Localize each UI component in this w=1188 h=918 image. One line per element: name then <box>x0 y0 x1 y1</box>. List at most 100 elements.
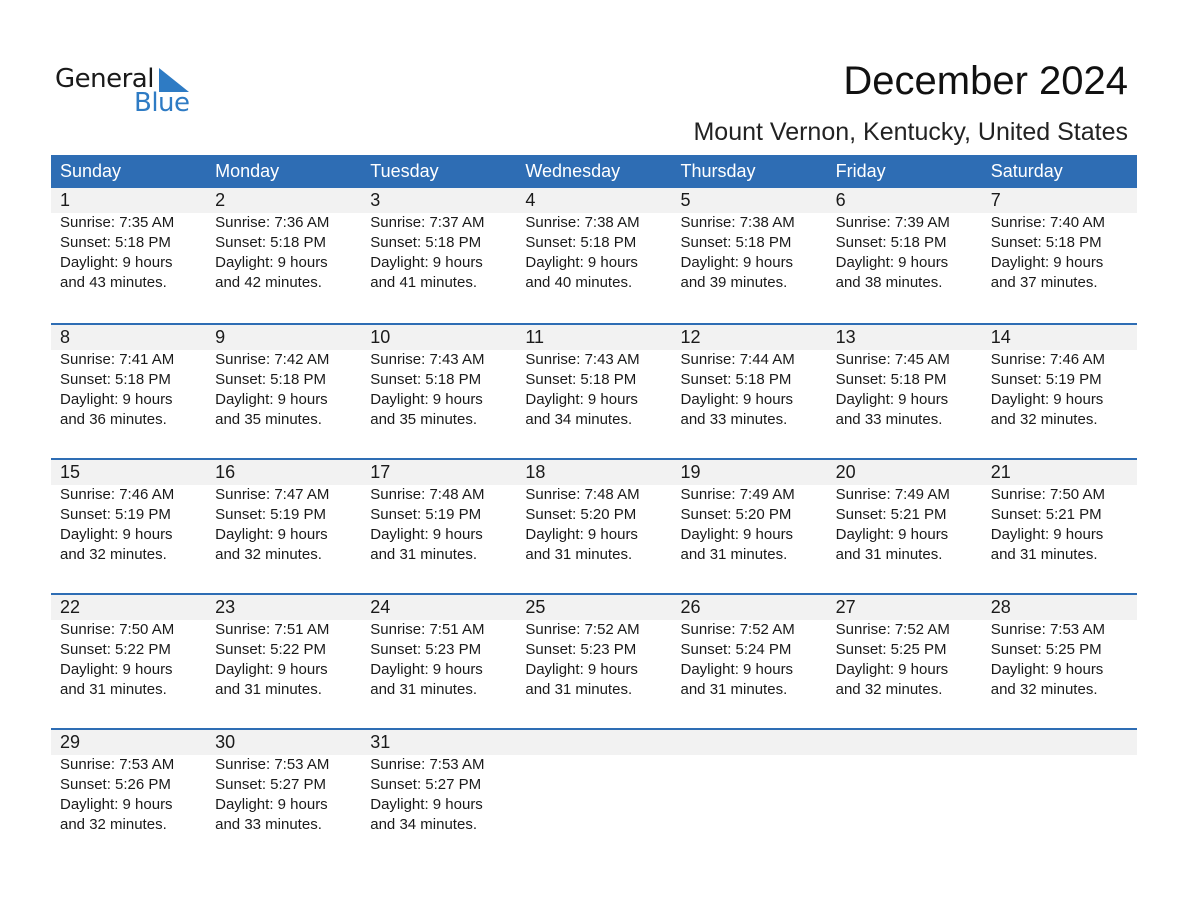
week-days: 8 Sunrise: 7:41 AM Sunset: 5:18 PM Daylight… <box>51 325 1137 430</box>
daylight-text: Daylight: 9 hours <box>60 254 173 271</box>
sunset-text: Sunset: 5:18 PM <box>835 371 947 388</box>
day-number: 3 <box>370 190 381 210</box>
day-cell: 2 Sunrise: 7:36 AM Sunset: 5:18 PM Daylight… <box>206 188 361 293</box>
daylight-minutes-text: and 31 minutes. <box>835 546 943 563</box>
sunrise-text: Sunrise: 7:36 AM <box>215 214 330 231</box>
day-number: 14 <box>990 327 1011 347</box>
day-number: 12 <box>680 327 701 347</box>
sunrise-text: Sunrise: 7:38 AM <box>525 214 640 231</box>
daylight-text: Daylight: 9 hours <box>525 254 638 271</box>
daylight-text: Daylight: 9 hours <box>525 661 638 678</box>
day-cell: 17 Sunrise: 7:48 AM Sunset: 5:19 PM Dayligh… <box>361 460 516 565</box>
day-cell: 6 Sunrise: 7:39 AM Sunset: 5:18 PM Daylight… <box>827 188 982 293</box>
week-row: 15 Sunrise: 7:46 AM Sunset: 5:19 PM Dayligh… <box>51 458 1137 593</box>
sunset-text: Sunset: 5:21 PM <box>990 506 1102 523</box>
daylight-minutes-text: and 32 minutes. <box>990 411 1098 428</box>
sunset-text: Sunset: 5:20 PM <box>525 506 637 523</box>
weekday-header: Monday <box>215 161 280 181</box>
daylight-minutes-text: and 42 minutes. <box>215 274 322 291</box>
logo: General Blue <box>55 63 195 123</box>
daylight-minutes-text: and 32 minutes. <box>990 681 1098 698</box>
daylight-minutes-text: and 31 minutes. <box>525 681 633 698</box>
daylight-minutes-text: and 31 minutes. <box>60 681 167 698</box>
sunrise-text: Sunrise: 7:35 AM <box>60 214 175 231</box>
daylight-text: Daylight: 9 hours <box>60 526 173 543</box>
day-cell: 28 Sunrise: 7:53 AM Sunset: 5:25 PM Dayligh… <box>982 595 1137 700</box>
daylight-text: Daylight: 9 hours <box>60 391 173 408</box>
day-cell: 20 Sunrise: 7:49 AM Sunset: 5:21 PM Dayligh… <box>827 460 982 565</box>
day-number: 15 <box>60 462 81 482</box>
sunset-text: Sunset: 5:19 PM <box>370 506 482 523</box>
week-row: 22 Sunrise: 7:50 AM Sunset: 5:22 PM Dayligh… <box>51 593 1137 728</box>
daylight-minutes-text: and 40 minutes. <box>525 274 633 291</box>
sunrise-text: Sunrise: 7:50 AM <box>990 486 1105 503</box>
sunrise-text: Sunrise: 7:42 AM <box>215 351 330 368</box>
daylight-minutes-text: and 36 minutes. <box>60 411 167 428</box>
day-cell: 12 Sunrise: 7:44 AM Sunset: 5:18 PM Dayligh… <box>672 325 827 430</box>
weekday-header: Tuesday <box>370 161 439 181</box>
daylight-minutes-text: and 39 minutes. <box>680 274 788 291</box>
sunrise-text: Sunrise: 7:41 AM <box>60 351 175 368</box>
sunrise-text: Sunrise: 7:47 AM <box>215 486 330 503</box>
sunrise-text: Sunrise: 7:52 AM <box>835 621 950 638</box>
day-cell: 10 Sunrise: 7:43 AM Sunset: 5:18 PM Dayligh… <box>361 325 516 430</box>
sunset-text: Sunset: 5:18 PM <box>835 234 947 251</box>
weekday-header: Sunday <box>60 161 122 181</box>
daylight-text: Daylight: 9 hours <box>60 796 173 813</box>
day-cell: 19 Sunrise: 7:49 AM Sunset: 5:20 PM Dayligh… <box>672 460 827 565</box>
daylight-text: Daylight: 9 hours <box>990 254 1104 271</box>
daylight-minutes-text: and 33 minutes. <box>835 411 943 428</box>
day-number: 9 <box>215 327 226 347</box>
daylight-text: Daylight: 9 hours <box>370 661 483 678</box>
day-cell: 29 Sunrise: 7:53 AM Sunset: 5:26 PM Dayligh… <box>51 730 206 835</box>
daylight-text: Daylight: 9 hours <box>215 526 328 543</box>
day-cell: 16 Sunrise: 7:47 AM Sunset: 5:19 PM Dayligh… <box>206 460 361 565</box>
daylight-text: Daylight: 9 hours <box>215 661 328 678</box>
weekday-header: Thursday <box>680 161 756 181</box>
sunset-text: Sunset: 5:18 PM <box>525 371 637 388</box>
week-days: 15 Sunrise: 7:46 AM Sunset: 5:19 PM Dayligh… <box>51 460 1137 565</box>
day-number: 30 <box>215 732 236 752</box>
sunset-text: Sunset: 5:18 PM <box>60 371 171 388</box>
sunset-text: Sunset: 5:23 PM <box>370 641 482 658</box>
sunset-text: Sunset: 5:19 PM <box>60 506 171 523</box>
day-number: 31 <box>370 732 391 752</box>
day-number: 2 <box>215 190 226 210</box>
calendar-grid: Sunday Monday Tuesday Wednesday Thursday… <box>51 155 1137 863</box>
sunset-text: Sunset: 5:18 PM <box>990 234 1102 251</box>
sunset-text: Sunset: 5:26 PM <box>60 776 171 793</box>
sunset-text: Sunset: 5:24 PM <box>680 641 792 658</box>
daylight-text: Daylight: 9 hours <box>835 661 949 678</box>
day-cell: 24 Sunrise: 7:51 AM Sunset: 5:23 PM Dayligh… <box>361 595 516 700</box>
daylight-text: Daylight: 9 hours <box>680 661 794 678</box>
daylight-text: Daylight: 9 hours <box>990 391 1104 408</box>
sunrise-text: Sunrise: 7:44 AM <box>680 351 795 368</box>
sunset-text: Sunset: 5:20 PM <box>680 506 792 523</box>
sunrise-text: Sunrise: 7:43 AM <box>525 351 640 368</box>
sunset-text: Sunset: 5:27 PM <box>215 776 327 793</box>
day-number: 13 <box>835 327 856 347</box>
day-cell: 1 Sunrise: 7:35 AM Sunset: 5:18 PM Daylight… <box>51 188 206 293</box>
daylight-text: Daylight: 9 hours <box>370 796 483 813</box>
day-cell: 31 Sunrise: 7:53 AM Sunset: 5:27 PM Dayligh… <box>361 730 516 835</box>
sunset-text: Sunset: 5:18 PM <box>215 371 327 388</box>
daylight-minutes-text: and 35 minutes. <box>370 411 477 428</box>
week-row: 1 Sunrise: 7:35 AM Sunset: 5:18 PM Daylight… <box>51 188 1137 323</box>
daylight-text: Daylight: 9 hours <box>215 391 328 408</box>
day-number: 17 <box>370 462 391 482</box>
day-number: 11 <box>525 327 545 347</box>
weekday-header-row: Sunday Monday Tuesday Wednesday Thursday… <box>51 155 1137 188</box>
day-cell: 18 Sunrise: 7:48 AM Sunset: 5:20 PM Dayligh… <box>516 460 671 565</box>
sunrise-text: Sunrise: 7:49 AM <box>835 486 950 503</box>
day-cell: 14 Sunrise: 7:46 AM Sunset: 5:19 PM Dayligh… <box>982 325 1137 430</box>
sunrise-text: Sunrise: 7:48 AM <box>370 486 485 503</box>
weeks-container: 1 Sunrise: 7:35 AM Sunset: 5:18 PM Daylight… <box>51 188 1137 863</box>
daylight-text: Daylight: 9 hours <box>370 254 483 271</box>
sunset-text: Sunset: 5:18 PM <box>215 234 327 251</box>
day-number: 28 <box>990 597 1011 617</box>
daylight-minutes-text: and 35 minutes. <box>215 411 322 428</box>
day-number: 5 <box>680 190 691 210</box>
sunset-text: Sunset: 5:18 PM <box>370 371 482 388</box>
daylight-minutes-text: and 32 minutes. <box>60 546 167 563</box>
week-row: 8 Sunrise: 7:41 AM Sunset: 5:18 PM Daylight… <box>51 323 1137 458</box>
